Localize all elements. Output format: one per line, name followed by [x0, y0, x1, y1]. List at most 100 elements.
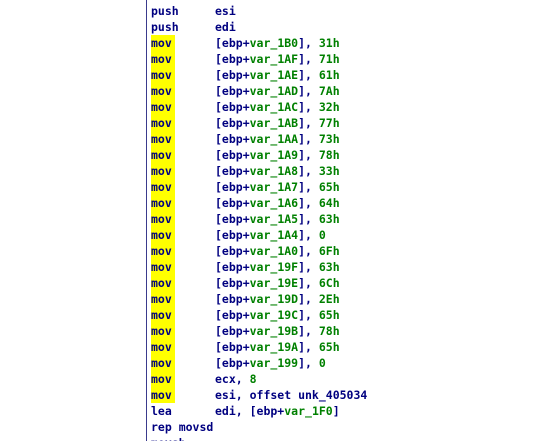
instruction-mnemonic[interactable]: mov: [151, 147, 175, 163]
stack-variable-ref[interactable]: var_19D: [250, 292, 298, 306]
instruction-mnemonic[interactable]: movsb: [151, 435, 186, 441]
instruction-mnemonic[interactable]: mov: [151, 355, 175, 371]
code-line[interactable]: mov [ebp+var_1AD], 7Ah: [151, 83, 536, 99]
stack-variable-ref[interactable]: var_1A8: [250, 164, 298, 178]
code-line[interactable]: mov [ebp+var_199], 0: [151, 355, 536, 371]
stack-variable-ref[interactable]: var_19C: [250, 308, 298, 322]
instruction-mnemonic[interactable]: mov: [151, 291, 175, 307]
instruction-operands[interactable]: [ebp+var_19A], 65h: [215, 339, 340, 355]
instruction-operands[interactable]: [ebp+var_1AE], 61h: [215, 67, 340, 83]
instruction-mnemonic[interactable]: mov: [151, 83, 175, 99]
stack-variable-ref[interactable]: var_199: [250, 356, 298, 370]
stack-variable-ref[interactable]: var_1A5: [250, 212, 298, 226]
stack-variable-ref[interactable]: var_1A7: [250, 180, 298, 194]
code-line[interactable]: mov [ebp+var_19D], 2Eh: [151, 291, 536, 307]
code-line[interactable]: mov ecx, 8: [151, 371, 536, 387]
instruction-mnemonic[interactable]: mov: [151, 163, 175, 179]
instruction-operands[interactable]: [ebp+var_19C], 65h: [215, 307, 340, 323]
stack-variable-ref[interactable]: var_1AC: [250, 100, 298, 114]
code-line[interactable]: push esi: [151, 3, 536, 19]
instruction-mnemonic[interactable]: mov: [151, 259, 175, 275]
code-line[interactable]: push edi: [151, 19, 536, 35]
instruction-operands[interactable]: [ebp+var_19B], 78h: [215, 323, 340, 339]
instruction-operands[interactable]: [ebp+var_1B0], 31h: [215, 35, 340, 51]
stack-variable-ref[interactable]: var_1A6: [250, 196, 298, 210]
instruction-operands[interactable]: [ebp+var_1A8], 33h: [215, 163, 340, 179]
stack-variable-ref[interactable]: var_1AD: [250, 84, 298, 98]
stack-variable-ref[interactable]: var_1A4: [250, 228, 298, 242]
instruction-operands[interactable]: ecx, 8: [215, 371, 257, 387]
code-line[interactable]: mov [ebp+var_1AE], 61h: [151, 67, 536, 83]
code-line[interactable]: movsb: [151, 435, 536, 441]
instruction-operands[interactable]: [ebp+var_19E], 6Ch: [215, 275, 340, 291]
stack-variable-ref[interactable]: var_19F: [250, 260, 298, 274]
instruction-operands[interactable]: [ebp+var_1A4], 0: [215, 227, 326, 243]
stack-variable-ref[interactable]: var_1B0: [250, 36, 298, 50]
instruction-mnemonic[interactable]: mov: [151, 195, 175, 211]
instruction-operands[interactable]: [ebp+var_1A6], 64h: [215, 195, 340, 211]
code-line[interactable]: mov [ebp+var_1A0], 6Fh: [151, 243, 536, 259]
instruction-mnemonic[interactable]: mov: [151, 99, 175, 115]
instruction-operands[interactable]: [ebp+var_1AB], 77h: [215, 115, 340, 131]
code-line[interactable]: mov [ebp+var_1AC], 32h: [151, 99, 536, 115]
instruction-operands[interactable]: edi, [ebp+var_1F0]: [215, 403, 340, 419]
code-line[interactable]: mov [ebp+var_19E], 6Ch: [151, 275, 536, 291]
instruction-mnemonic[interactable]: mov: [151, 211, 175, 227]
instruction-operands[interactable]: [ebp+var_1AD], 7Ah: [215, 83, 340, 99]
stack-variable-ref[interactable]: var_19A: [250, 340, 298, 354]
instruction-mnemonic[interactable]: mov: [151, 371, 175, 387]
code-line[interactable]: mov [ebp+var_19F], 63h: [151, 259, 536, 275]
instruction-operands[interactable]: [ebp+var_1A9], 78h: [215, 147, 340, 163]
instruction-operands[interactable]: [ebp+var_1A0], 6Fh: [215, 243, 340, 259]
instruction-operands[interactable]: [ebp+var_199], 0: [215, 355, 326, 371]
instruction-operands[interactable]: [ebp+var_1A7], 65h: [215, 179, 340, 195]
code-line[interactable]: mov [ebp+var_19B], 78h: [151, 323, 536, 339]
instruction-mnemonic[interactable]: lea: [151, 403, 172, 419]
instruction-mnemonic[interactable]: mov: [151, 339, 175, 355]
instruction-mnemonic[interactable]: mov: [151, 131, 175, 147]
instruction-operands[interactable]: [ebp+var_1AC], 32h: [215, 99, 340, 115]
instruction-mnemonic[interactable]: push: [151, 3, 179, 19]
instruction-operands[interactable]: esi: [215, 3, 236, 19]
code-line[interactable]: mov [ebp+var_1AA], 73h: [151, 131, 536, 147]
instruction-mnemonic[interactable]: mov: [151, 35, 175, 51]
stack-variable-ref[interactable]: var_1A9: [250, 148, 298, 162]
instruction-mnemonic[interactable]: mov: [151, 243, 175, 259]
code-line[interactable]: mov [ebp+var_1A5], 63h: [151, 211, 536, 227]
instruction-mnemonic[interactable]: mov: [151, 275, 175, 291]
code-listing[interactable]: push esi push edi mov [ebp+var_1B0], 31h mov [e…: [151, 3, 536, 441]
stack-variable-ref[interactable]: var_19B: [250, 324, 298, 338]
code-line[interactable]: mov [ebp+var_19C], 65h: [151, 307, 536, 323]
instruction-mnemonic[interactable]: mov: [151, 323, 175, 339]
instruction-mnemonic[interactable]: rep movsd: [151, 419, 213, 435]
code-line[interactable]: mov [ebp+var_1AB], 77h: [151, 115, 536, 131]
instruction-mnemonic[interactable]: mov: [151, 179, 175, 195]
instruction-mnemonic[interactable]: push: [151, 19, 179, 35]
code-line[interactable]: mov [ebp+var_1AF], 71h: [151, 51, 536, 67]
code-line[interactable]: mov [ebp+var_1A4], 0: [151, 227, 536, 243]
code-line[interactable]: mov [ebp+var_19A], 65h: [151, 339, 536, 355]
code-line[interactable]: lea edi, [ebp+var_1F0]: [151, 403, 536, 419]
instruction-operands[interactable]: [ebp+var_1AF], 71h: [215, 51, 340, 67]
instruction-operands[interactable]: esi, offset unk_405034: [215, 387, 367, 403]
instruction-operands[interactable]: [ebp+var_1AA], 73h: [215, 131, 340, 147]
disassembly-view[interactable]: push esi push edi mov [ebp+var_1B0], 31h mov [e…: [0, 0, 538, 441]
stack-variable-ref[interactable]: var_1F0: [284, 404, 332, 418]
instruction-mnemonic[interactable]: mov: [151, 51, 175, 67]
code-line[interactable]: rep movsd: [151, 419, 536, 435]
stack-variable-ref[interactable]: var_1AF: [250, 52, 298, 66]
instruction-operands[interactable]: [ebp+var_1A5], 63h: [215, 211, 340, 227]
instruction-mnemonic[interactable]: mov: [151, 307, 175, 323]
stack-variable-ref[interactable]: var_1AE: [250, 68, 298, 82]
stack-variable-ref[interactable]: var_19E: [250, 276, 298, 290]
instruction-mnemonic[interactable]: mov: [151, 115, 175, 131]
stack-variable-ref[interactable]: var_1A0: [250, 244, 298, 258]
stack-variable-ref[interactable]: var_1AA: [250, 132, 298, 146]
code-line[interactable]: mov [ebp+var_1A8], 33h: [151, 163, 536, 179]
code-line[interactable]: mov [ebp+var_1A9], 78h: [151, 147, 536, 163]
code-line[interactable]: mov [ebp+var_1A6], 64h: [151, 195, 536, 211]
instruction-mnemonic[interactable]: mov: [151, 67, 175, 83]
instruction-operands[interactable]: [ebp+var_19F], 63h: [215, 259, 340, 275]
code-line[interactable]: mov esi, offset unk_405034: [151, 387, 536, 403]
instruction-mnemonic[interactable]: mov: [151, 387, 175, 403]
